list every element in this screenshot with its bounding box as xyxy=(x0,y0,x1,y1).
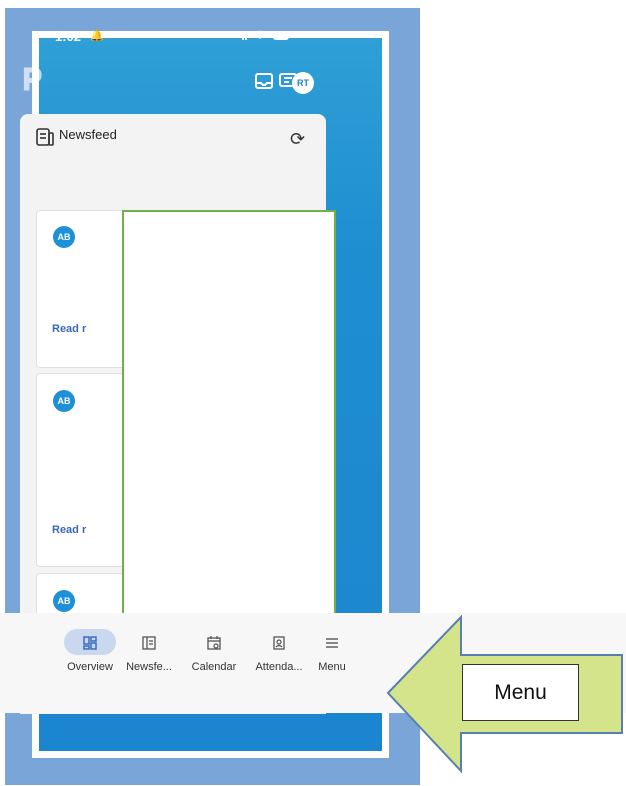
user-avatar[interactable]: RT xyxy=(292,72,314,94)
tab-attendance[interactable]: Attenda... xyxy=(247,629,311,673)
tab-label: Attenda... xyxy=(255,661,303,673)
tab-label: Calendar xyxy=(191,661,237,673)
card-avatar: AB xyxy=(53,226,75,248)
attendance-icon xyxy=(253,629,305,655)
tab-label: Menu xyxy=(318,661,346,673)
tab-menu[interactable]: Menu xyxy=(312,629,352,673)
status-time: 1:02 xyxy=(55,29,82,44)
tab-overview[interactable]: Overview xyxy=(58,629,122,673)
card-avatar: AB xyxy=(53,390,75,412)
newsfeed-title: Newsfeed xyxy=(59,127,117,142)
tab-label: Newsfe... xyxy=(126,661,172,673)
newsfeed-icon xyxy=(36,128,54,146)
powerschool-logo-icon: 𝐏 xyxy=(22,64,43,97)
calendar-icon xyxy=(188,629,240,655)
signal-wifi-battery-icon xyxy=(242,30,292,40)
tab-newsfeed[interactable]: Newsfe... xyxy=(117,629,181,673)
status-icons xyxy=(240,28,296,45)
read-more-link[interactable]: Read r xyxy=(52,323,86,335)
callout-label: Menu xyxy=(462,664,579,721)
card-avatar: AB xyxy=(53,590,75,612)
overview-icon xyxy=(64,629,116,655)
hamburger-icon xyxy=(312,629,352,655)
refresh-icon[interactable]: ⟳ xyxy=(290,129,305,150)
bell-icon: 🔔 xyxy=(90,30,104,42)
tab-calendar[interactable]: Calendar xyxy=(184,629,244,673)
tab-label: Overview xyxy=(67,661,113,673)
inbox-icon[interactable] xyxy=(255,73,273,89)
newsfeed-icon xyxy=(123,629,175,655)
read-more-link[interactable]: Read r xyxy=(52,524,86,536)
redaction-box xyxy=(122,210,336,639)
